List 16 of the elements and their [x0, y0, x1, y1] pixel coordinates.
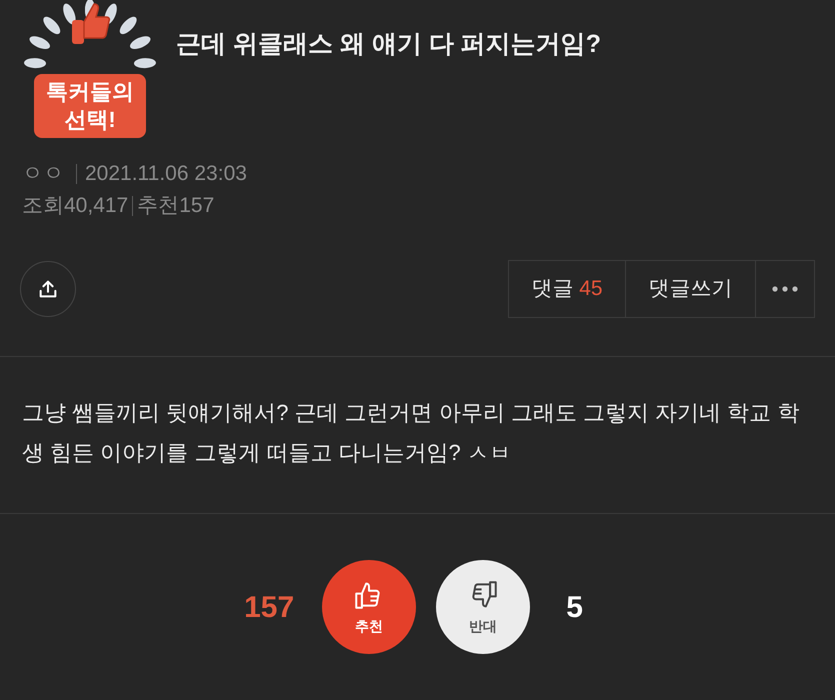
comments-button[interactable]: 댓글 45: [509, 261, 626, 317]
award-badge: 톡커들의 선택!: [34, 74, 146, 138]
downvote-count: 5: [566, 590, 583, 626]
write-comment-button[interactable]: 댓글쓰기: [626, 261, 756, 317]
post-title: 근데 위클래스 왜 얘기 다 퍼지는거임?: [176, 29, 601, 60]
post-date: 2021.11.06 23:03: [85, 161, 247, 187]
share-icon: [37, 278, 59, 300]
downvote-button[interactable]: 반대: [436, 560, 530, 654]
share-button[interactable]: [20, 261, 76, 317]
upvote-button[interactable]: 추천: [322, 560, 416, 654]
more-icon: [772, 286, 798, 292]
post-body: 그냥 쌤들끼리 뒷얘기해서? 근데 그런거면 아무리 그래도 그렇지 자기네 학교 학생 힘든 이야기를 그렇게 떠들고 다니는거임? ㅅㅂ: [21, 399, 800, 467]
author-name: ㅇㅇ: [22, 161, 64, 187]
view-count: 조회40,417: [22, 193, 128, 219]
recommend-count: 추천157: [137, 193, 214, 219]
upvote-count: 157: [244, 590, 294, 626]
